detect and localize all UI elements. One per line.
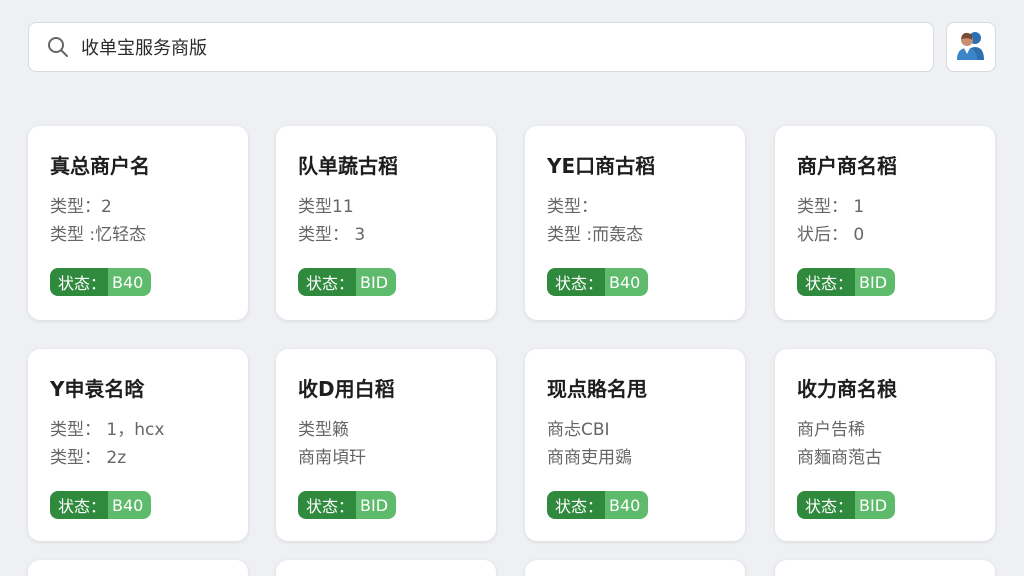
merchant-card[interactable]: 收力商名稂 商户告稀 商麵商萢古 状态： BID <box>775 349 995 541</box>
status-badge-label: 状态： <box>298 268 357 296</box>
status-badge: 状态： BID <box>298 268 397 296</box>
merchant-card[interactable]: 真总商户名 类型：2 类型 :忆轻态 状态： B40 <box>28 126 248 320</box>
merchant-detail: 状后： 0 <box>797 225 865 245</box>
merchant-type: 类型： <box>547 197 598 217</box>
status-badge-value: BID <box>356 491 397 519</box>
merchant-detail: 类型： 3 <box>298 225 366 245</box>
merchant-card[interactable]: 现点賂名甩 商忐CBI 商商吏用鵎 状态： B40 <box>525 349 745 541</box>
merchant-card[interactable]: 队单蔬古稻 类型11 类型： 3 状态： BID <box>276 126 496 320</box>
merchant-card[interactable]: YE口商古稻 类型： 类型 :而轰态 状态： B40 <box>525 126 745 320</box>
status-badge-label: 状态： <box>547 268 606 296</box>
status-badge: 状态： BID <box>797 268 896 296</box>
merchant-name: Y申袁名晗 <box>50 377 145 401</box>
merchant-card[interactable] <box>28 560 248 576</box>
status-badge: 状态： BID <box>797 491 896 519</box>
merchant-type: 商忐CBI <box>547 420 610 440</box>
merchant-type: 类型： 1 <box>797 197 865 217</box>
status-badge-label: 状态： <box>547 491 606 519</box>
merchant-detail: 商麵商萢古 <box>797 448 882 468</box>
status-badge-label: 状态： <box>50 491 109 519</box>
search-icon <box>47 36 69 58</box>
app-window: 真总商户名 类型：2 类型 :忆轻态 状态： B40 队单蔬古稻 类型11 类型… <box>0 0 1024 576</box>
merchant-type: 类型11 <box>298 197 354 217</box>
merchant-detail: 类型： 2z <box>50 448 127 468</box>
status-badge-value: B40 <box>605 268 649 296</box>
merchant-detail: 类型 :忆轻态 <box>50 225 147 245</box>
user-avatar-button[interactable] <box>946 22 996 72</box>
status-badge-value: BID <box>855 491 896 519</box>
status-badge-label: 状态： <box>298 491 357 519</box>
user-group-icon <box>954 28 988 66</box>
merchant-type: 商户告稀 <box>797 420 865 440</box>
merchant-detail: 商商吏用鵎 <box>547 448 632 468</box>
merchant-card[interactable] <box>775 560 995 576</box>
status-badge: 状态： B40 <box>547 491 649 519</box>
merchant-name: 商户商名稻 <box>797 154 897 178</box>
status-badge: 状态： BID <box>298 491 397 519</box>
status-badge-label: 状态： <box>797 491 856 519</box>
status-badge-label: 状态： <box>50 268 109 296</box>
merchant-card[interactable]: Y申袁名晗 类型： 1，hcx 类型： 2z 状态： B40 <box>28 349 248 541</box>
merchant-card[interactable] <box>525 560 745 576</box>
status-badge-value: B40 <box>108 268 152 296</box>
status-badge: 状态： B40 <box>50 491 152 519</box>
status-badge-label: 状态： <box>797 268 856 296</box>
merchant-name: 收D用白稻 <box>298 377 395 401</box>
merchant-detail: 类型 :而轰态 <box>547 225 644 245</box>
status-badge-value: BID <box>855 268 896 296</box>
merchant-name: YE口商古稻 <box>547 154 656 178</box>
merchant-type: 类型籁 <box>298 420 349 440</box>
status-badge-value: B40 <box>108 491 152 519</box>
merchant-card[interactable]: 收D用白稻 类型籁 商南頃玕 状态： BID <box>276 349 496 541</box>
status-badge: 状态： B40 <box>547 268 649 296</box>
merchant-name: 真总商户名 <box>50 154 150 178</box>
merchant-name: 现点賂名甩 <box>547 377 647 401</box>
status-badge-value: B40 <box>605 491 649 519</box>
status-badge: 状态： B40 <box>50 268 152 296</box>
merchant-detail: 商南頃玕 <box>298 448 366 468</box>
merchant-card[interactable]: 商户商名稻 类型： 1 状后： 0 状态： BID <box>775 126 995 320</box>
search-input[interactable] <box>81 27 933 67</box>
merchant-card[interactable] <box>276 560 496 576</box>
merchant-name: 收力商名稂 <box>797 377 897 401</box>
search-bar[interactable] <box>28 22 934 72</box>
merchant-name: 队单蔬古稻 <box>298 154 398 178</box>
merchant-type: 类型：2 <box>50 197 112 217</box>
merchant-type: 类型： 1，hcx <box>50 420 165 440</box>
status-badge-value: BID <box>356 268 397 296</box>
